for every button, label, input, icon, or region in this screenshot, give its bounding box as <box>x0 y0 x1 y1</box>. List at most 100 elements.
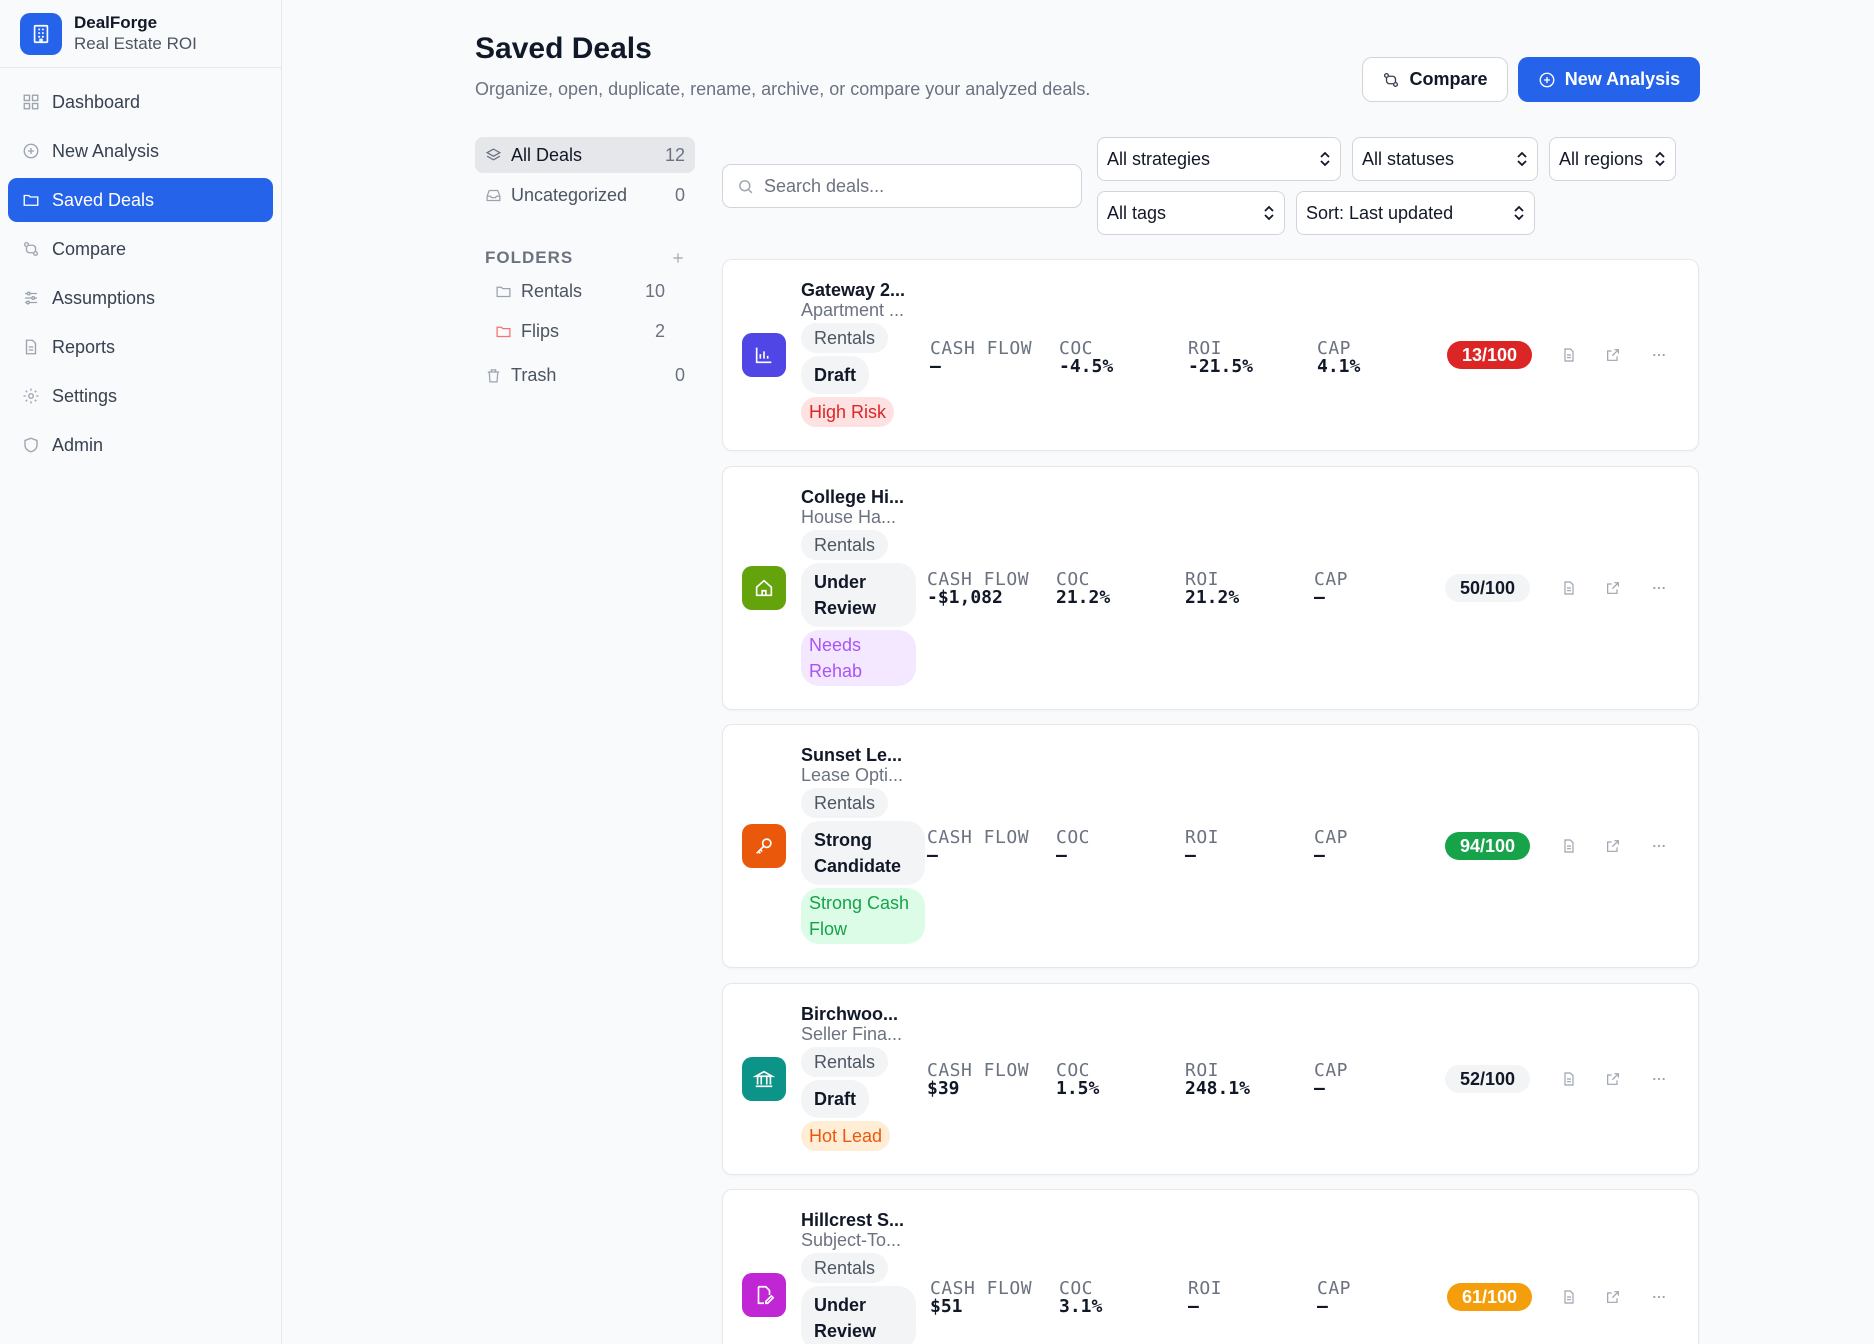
more-icon[interactable] <box>1648 835 1670 857</box>
region-select-value: All regions <box>1559 148 1644 169</box>
more-icon[interactable] <box>1648 1068 1670 1090</box>
brand-name: DealForge <box>74 12 158 32</box>
new-analysis-label: New Analysis <box>1564 69 1681 89</box>
nav-item-saved-deals[interactable]: Saved Deals <box>8 178 273 222</box>
key-icon <box>742 824 786 868</box>
coc-metric: COC -4.5% <box>1059 340 1113 376</box>
new-analysis-button[interactable]: New Analysis <box>1518 57 1700 102</box>
metric-value: — <box>1185 845 1196 866</box>
page-title: Saved Deals <box>475 32 652 65</box>
cash-flow-metric: CASH FLOW -$1,082 <box>927 571 1029 607</box>
deal-type: House Ha... <box>801 507 897 527</box>
roi-metric: ROI 21.2% <box>1185 571 1239 607</box>
deal-card[interactable]: Hillcrest S... Subject-To... Rentals Und… <box>722 1189 1699 1344</box>
brand-subtitle: Real Estate ROI <box>74 33 197 53</box>
deal-type: Lease Opti... <box>801 765 904 785</box>
open-external-icon[interactable] <box>1602 577 1624 599</box>
deal-card[interactable]: Sunset Le... Lease Opti... Rentals Stron… <box>722 724 1699 968</box>
status-badge: Under Review <box>801 563 916 627</box>
folder-count: 10 <box>644 280 665 301</box>
nav-label: Reports <box>52 336 116 357</box>
status-select[interactable]: All statuses <box>1352 137 1538 181</box>
coc-metric: COC — <box>1056 829 1090 865</box>
nav-item-settings[interactable]: Settings <box>8 374 273 418</box>
add-folder-icon[interactable] <box>671 251 685 265</box>
tag-badge: Needs Rehab <box>801 630 916 686</box>
folder-label: All Deals <box>511 144 583 165</box>
metric-value: 21.2% <box>1185 587 1240 608</box>
roi-metric: ROI -21.5% <box>1188 340 1253 376</box>
metric-value: — <box>927 845 938 866</box>
nav-item-dashboard[interactable]: Dashboard <box>8 80 273 124</box>
sort-select[interactable]: Sort: Last updated <box>1296 191 1535 235</box>
nav-item-admin[interactable]: Admin <box>8 423 273 467</box>
more-icon[interactable] <box>1648 577 1670 599</box>
folder-flips[interactable]: Flips 2 <box>485 313 675 349</box>
deal-card[interactable]: College Hi... House Ha... Rentals Under … <box>722 466 1699 710</box>
nav-label: Saved Deals <box>52 189 155 210</box>
brand[interactable]: DealForge Real Estate ROI <box>0 0 281 68</box>
folder-count: 12 <box>664 144 685 165</box>
nav-item-reports[interactable]: Reports <box>8 325 273 369</box>
folder-uncategorized[interactable]: Uncategorized 0 <box>475 177 695 213</box>
status-badge: Draft <box>801 356 870 394</box>
open-external-icon[interactable] <box>1602 835 1624 857</box>
metric-value: 1.5% <box>1056 1078 1100 1099</box>
region-select[interactable]: All regions <box>1549 137 1676 181</box>
search-box[interactable] <box>722 164 1082 208</box>
deal-name: Hillcrest S... <box>801 1210 905 1230</box>
cap-metric: CAP — <box>1314 1062 1348 1098</box>
chevron-updown-icon <box>1320 151 1330 167</box>
deal-type: Apartment ... <box>801 300 905 320</box>
tags-select-value: All tags <box>1107 202 1167 223</box>
tag-badge: High Risk <box>801 397 895 427</box>
metric-value: -$1,082 <box>927 587 1003 608</box>
compare-icon <box>1384 72 1399 87</box>
open-external-icon[interactable] <box>1602 1068 1624 1090</box>
nav-label: Compare <box>52 238 127 259</box>
report-icon[interactable] <box>1558 344 1580 366</box>
nav-item-assumptions[interactable]: Assumptions <box>8 276 273 320</box>
report-icon[interactable] <box>1558 577 1580 599</box>
more-icon[interactable] <box>1648 344 1670 366</box>
metric-value: 3.1% <box>1059 1296 1103 1317</box>
deal-card[interactable]: Gateway 2... Apartment ... Rentals Draft… <box>722 259 1699 451</box>
metric-value: $51 <box>930 1296 963 1317</box>
open-external-icon[interactable] <box>1602 344 1624 366</box>
metric-value: — <box>1188 1296 1199 1317</box>
compare-button[interactable]: Compare <box>1362 57 1508 102</box>
plus-circle-icon <box>23 143 39 159</box>
nav-label: New Analysis <box>52 140 160 161</box>
search-input[interactable] <box>764 175 1064 197</box>
folder-icon <box>496 286 511 297</box>
score-badge: 52/100 <box>1445 1065 1530 1093</box>
open-external-icon[interactable] <box>1602 1286 1624 1308</box>
deal-card[interactable]: Birchwoo... Seller Fina... Rentals Draft… <box>722 983 1699 1175</box>
roi-metric: ROI 248.1% <box>1185 1062 1250 1098</box>
compare-icon <box>23 241 39 257</box>
tag-badge: Strong Cash Flow <box>801 888 925 944</box>
strategy-select-value: All strategies <box>1107 148 1211 169</box>
metric-value: — <box>1314 587 1325 608</box>
report-icon[interactable] <box>1558 1068 1580 1090</box>
folder-all-deals[interactable]: All Deals 12 <box>475 137 695 173</box>
folder-count: 0 <box>674 364 685 385</box>
more-icon[interactable] <box>1648 1286 1670 1308</box>
report-icon[interactable] <box>1558 835 1580 857</box>
metric-value: — <box>1056 845 1067 866</box>
tags-select[interactable]: All tags <box>1097 191 1285 235</box>
folder-label: Rentals <box>521 280 583 301</box>
metric-value: -21.5% <box>1188 356 1254 377</box>
strategy-select[interactable]: All strategies <box>1097 137 1341 181</box>
deal-name: Birchwoo... <box>801 1004 899 1024</box>
chevron-updown-icon <box>1514 205 1524 221</box>
nav-item-new-analysis[interactable]: New Analysis <box>8 129 273 173</box>
folder-rentals[interactable]: Rentals 10 <box>485 273 675 309</box>
report-icon[interactable] <box>1558 1286 1580 1308</box>
chevron-updown-icon <box>1517 151 1527 167</box>
sliders-icon <box>25 291 37 305</box>
folder-trash[interactable]: Trash 0 <box>475 357 695 393</box>
metric-value: 248.1% <box>1185 1078 1251 1099</box>
status-badge: Under Review <box>801 1286 916 1344</box>
nav-item-compare[interactable]: Compare <box>8 227 273 271</box>
